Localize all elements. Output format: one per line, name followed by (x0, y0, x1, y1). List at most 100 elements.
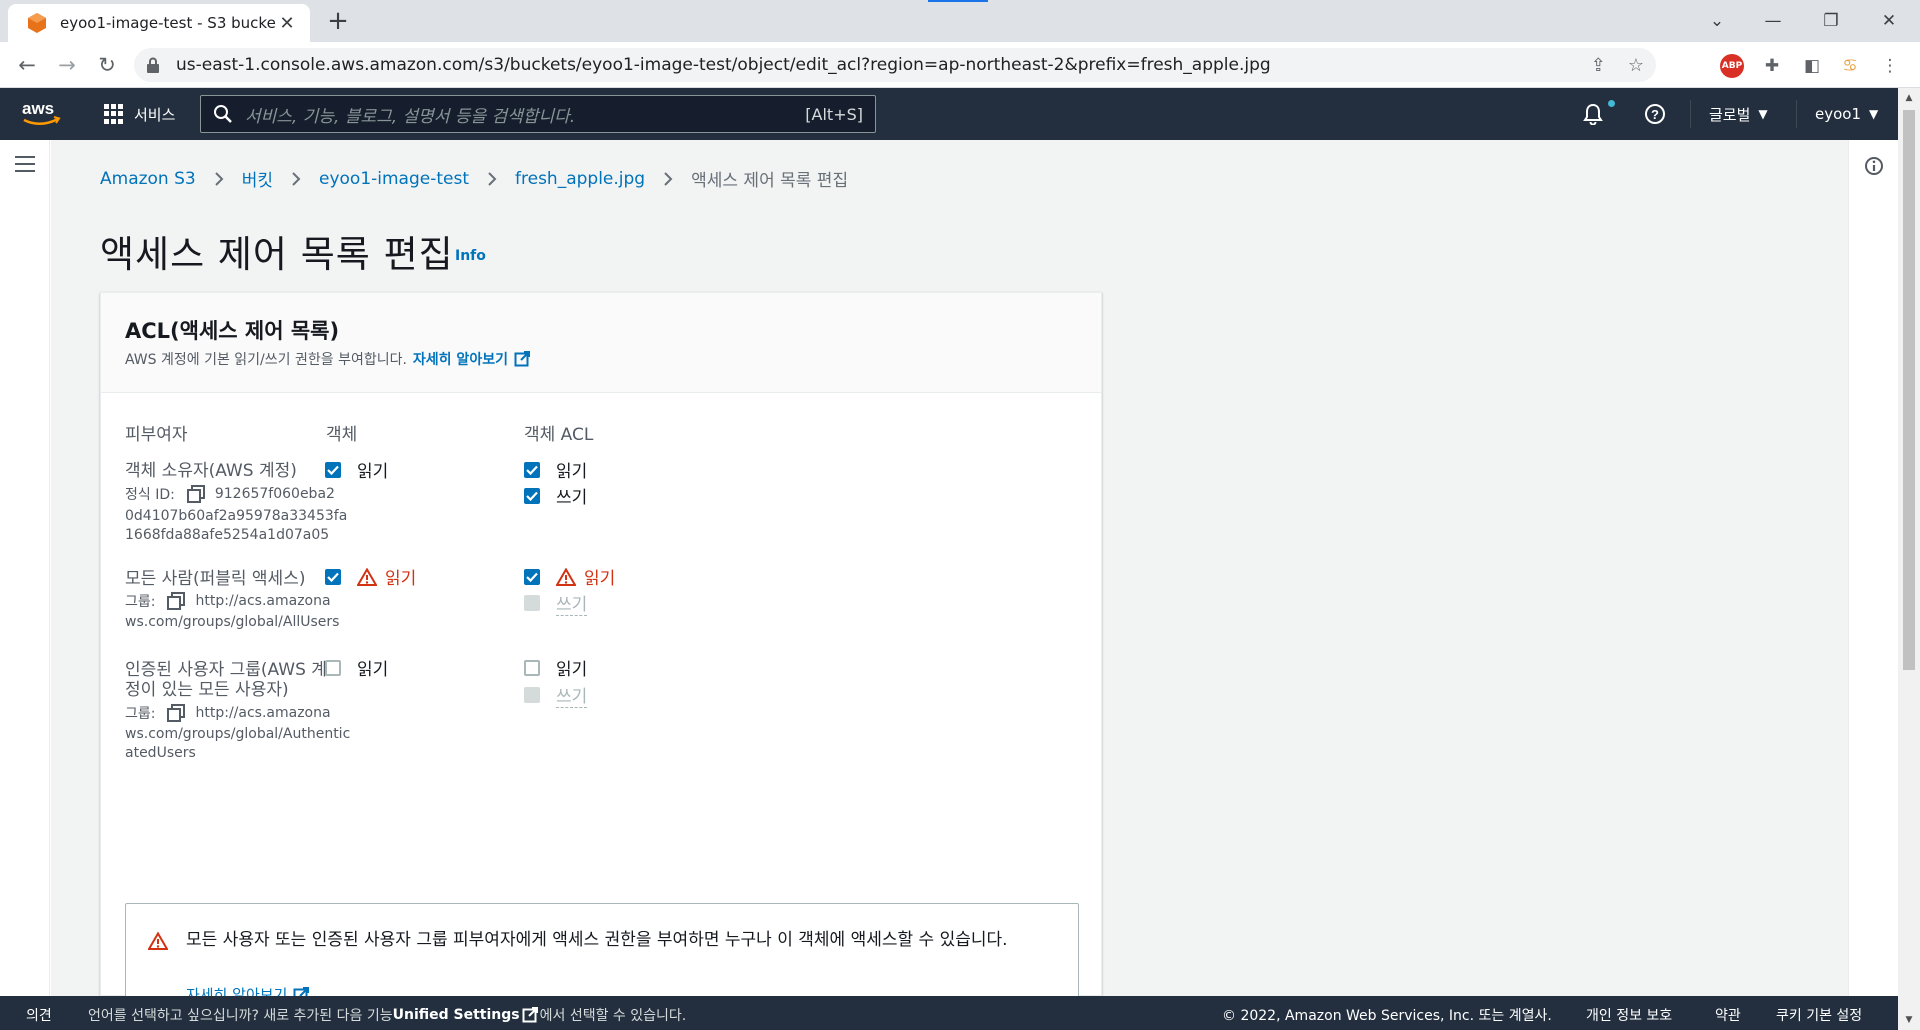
adblock-icon[interactable]: ABP (1720, 54, 1744, 78)
close-tab-icon[interactable]: ✕ (276, 13, 298, 34)
id-value-rest: ws.com/groups/global/AuthenticatedUsers (125, 726, 351, 761)
terms-link[interactable]: 약관 (1715, 1005, 1741, 1025)
id-label: 정식 ID: (125, 487, 175, 503)
grantee-everyone-name: 모든 사람(퍼블릭 액세스) (125, 569, 306, 589)
breadcrumb-item[interactable]: Amazon S3 (100, 169, 196, 189)
back-icon[interactable]: ← (12, 50, 42, 80)
owner-object-read-checkbox[interactable]: 읽기 (325, 457, 388, 482)
checkbox-checked-icon (524, 461, 540, 478)
checkbox-disabled-icon (524, 595, 540, 611)
owner-acl-read-checkbox[interactable]: 읽기 (524, 457, 587, 482)
checkbox-label: 읽기 (556, 462, 588, 482)
nav-divider (1690, 100, 1691, 128)
services-label: 서비스 (134, 105, 176, 124)
language-suffix: 에서 선택할 수 있습니다. (539, 1008, 687, 1024)
breadcrumb-current: 액세스 제어 목록 편집 (691, 171, 849, 191)
column-header-object: 객체 (326, 425, 358, 445)
id-value-first: http://acs.amazona (195, 705, 331, 721)
info-link[interactable]: Info (455, 248, 486, 264)
column-header-object-acl: 객체 ACL (524, 425, 594, 445)
privacy-link[interactable]: 개인 정보 보호 (1586, 1005, 1672, 1025)
services-grid-icon (104, 104, 124, 124)
browser-tab-bar: eyoo1-image-test - S3 bucket ✕ + ⌄ — ❐ ✕ (0, 0, 1920, 42)
bookmark-star-icon[interactable]: ☆ (1628, 55, 1644, 76)
left-nav-rail (0, 140, 50, 996)
minimize-icon[interactable]: — (1750, 6, 1796, 36)
notifications-bell-icon[interactable] (1582, 100, 1604, 128)
grantee-authenticated-id-row: 그룹: http://acs.amazona (125, 703, 331, 723)
extensions-icon[interactable]: ✚ (1760, 54, 1784, 78)
tab-indicator (928, 0, 988, 2)
copy-icon[interactable] (167, 704, 186, 722)
everyone-object-read-checkbox[interactable]: 읽기 (325, 564, 416, 589)
search-input[interactable]: 서비스, 기능, 블로그, 설명서 등을 검색합니다. [Alt+S] (200, 95, 876, 133)
learn-more-label: 자세히 알아보기 (412, 352, 508, 368)
breadcrumb-item[interactable]: 버킷 (242, 166, 273, 191)
everyone-acl-read-checkbox[interactable]: 읽기 (524, 564, 615, 589)
reload-icon[interactable]: ↻ (92, 50, 122, 80)
restore-icon[interactable]: ❐ (1808, 6, 1854, 36)
browser-address-bar: ← → ↻ us-east-1.console.aws.amazon.com/s… (0, 42, 1920, 88)
main-content: Amazon S3 버킷 eyoo1-image-test fresh_appl… (51, 140, 1848, 1013)
window-close-icon[interactable]: ✕ (1866, 6, 1912, 36)
nav-divider (1796, 100, 1797, 128)
info-panel-icon[interactable] (1864, 156, 1884, 176)
acl-description-text: AWS 계정에 기본 읽기/쓰기 권한을 부여합니다. (125, 352, 407, 368)
checkbox-label: 쓰기 (556, 682, 588, 708)
authenticated-object-read-checkbox[interactable]: 읽기 (325, 655, 388, 680)
acl-title: ACL(액세스 제어 목록) (125, 319, 340, 343)
services-menu-button[interactable]: 서비스 (104, 100, 175, 128)
copy-icon[interactable] (186, 485, 205, 503)
id-value-first: http://acs.amazona (195, 593, 331, 609)
help-icon[interactable]: ? (1644, 100, 1666, 128)
aws-top-nav: aws 서비스 서비스, 기능, 블로그, 설명서 등을 검색합니다. [Alt… (0, 88, 1898, 140)
page-scrollbar[interactable]: ▲ ▼ (1898, 88, 1920, 1030)
tab-search-icon[interactable]: ⌄ (1694, 6, 1740, 36)
search-placeholder: 서비스, 기능, 블로그, 설명서 등을 검색합니다. (245, 106, 576, 127)
checkbox-unchecked-icon (524, 659, 540, 676)
grantee-owner-name: 객체 소유자(AWS 계정) (125, 461, 297, 481)
owner-acl-write-checkbox[interactable]: 쓰기 (524, 483, 587, 508)
grantee-everyone-id-row: 그룹: http://acs.amazona (125, 591, 331, 611)
copy-icon[interactable] (167, 592, 186, 610)
new-tab-button[interactable]: + (322, 6, 354, 38)
learn-more-link[interactable]: 자세히 알아보기 (413, 349, 530, 369)
region-label: 글로벌 (1709, 105, 1751, 124)
chevron-right-icon (292, 171, 301, 186)
aws-logo-icon: aws (22, 99, 61, 125)
scroll-down-icon[interactable]: ▼ (1903, 1014, 1915, 1026)
menu-hamburger-icon[interactable] (15, 156, 35, 172)
chevron-right-icon (488, 171, 497, 186)
chrome-menu-icon[interactable]: ⋮ (1878, 54, 1902, 78)
copyright-text: © 2022, Amazon Web Services, Inc. 또는 계열사… (1222, 1008, 1552, 1024)
unified-settings-link[interactable]: Unified Settings (393, 1007, 520, 1023)
extension-icon[interactable]: ♋ (1838, 54, 1862, 78)
checkbox-checked-icon (524, 487, 540, 504)
scroll-up-icon[interactable]: ▲ (1903, 92, 1915, 104)
cookie-preferences-link[interactable]: 쿠키 기본 설정 (1776, 1005, 1862, 1025)
checkbox-unchecked-icon (325, 659, 341, 676)
url-field[interactable]: us-east-1.console.aws.amazon.com/s3/buck… (134, 48, 1656, 82)
everyone-acl-write-checkbox: 쓰기 (524, 590, 588, 616)
region-selector[interactable]: 글로벌 ▼ (1709, 100, 1768, 128)
checkbox-label: 읽기 (556, 660, 588, 680)
warning-icon (357, 567, 377, 586)
account-menu[interactable]: eyoo1 ▼ (1815, 100, 1878, 128)
aws-logo[interactable]: aws (20, 96, 64, 130)
external-link-icon (522, 1007, 538, 1023)
side-panel-icon[interactable]: ◧ (1800, 54, 1824, 78)
acl-container: ACL(액세스 제어 목록) AWS 계정에 기본 읽기/쓰기 권한을 부여합니… (100, 292, 1102, 1013)
acl-description: AWS 계정에 기본 읽기/쓰기 권한을 부여합니다. 자세히 알아보기 (125, 349, 530, 369)
breadcrumb-item[interactable]: eyoo1-image-test (319, 169, 469, 189)
feedback-link[interactable]: 의견 (26, 1005, 52, 1025)
language-notice: 언어를 선택하고 싶으십니까? 새로 추가된 다음 기능 Unified Set… (88, 1005, 686, 1025)
checkbox-checked-icon (325, 568, 341, 585)
id-label: 그룹: (125, 706, 156, 722)
scrollbar-thumb[interactable] (1903, 110, 1915, 670)
forward-icon[interactable]: → (52, 50, 82, 80)
browser-tab[interactable]: eyoo1-image-test - S3 bucket ✕ (8, 4, 310, 42)
breadcrumb-item[interactable]: fresh_apple.jpg (515, 169, 645, 189)
share-icon[interactable]: ⇪ (1591, 55, 1606, 76)
authenticated-acl-read-checkbox[interactable]: 읽기 (524, 655, 587, 680)
id-value-rest: 0d4107b60af2a95978a33453fa1668fda88afe52… (125, 508, 348, 543)
